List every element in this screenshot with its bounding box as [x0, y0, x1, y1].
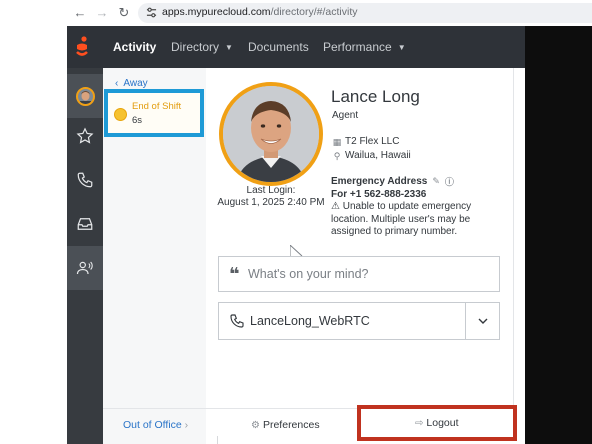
chevron-down-icon: ▼	[225, 43, 233, 52]
building-icon: ▦	[332, 136, 342, 147]
station-selector[interactable]: LanceLong_WebRTC	[218, 302, 500, 340]
profile-location: Wailua, Hawaii	[345, 150, 411, 161]
presence-dot-icon	[114, 108, 127, 121]
last-login-label: Last Login:	[246, 185, 296, 196]
divider	[217, 436, 218, 444]
nav-documents[interactable]: Documents	[248, 26, 309, 68]
forward-arrow-icon[interactable]: →	[94, 5, 110, 21]
phone-icon	[230, 314, 244, 328]
profile-company-row: ▦ T2 Flex LLC	[332, 136, 400, 147]
back-arrow-icon[interactable]: ←	[72, 5, 88, 21]
help-icon[interactable]: ⓘ	[445, 175, 454, 188]
star-icon	[76, 127, 94, 144]
scrollbar[interactable]	[513, 68, 525, 408]
rail-inbox-button[interactable]	[67, 202, 103, 246]
divider	[465, 303, 466, 339]
emergency-number: For +1 562-888-2336	[331, 189, 427, 200]
profile-location-row: ⚲ Wailua, Hawaii	[332, 150, 411, 161]
presence-status-selected[interactable]: End of Shift 6s	[104, 89, 204, 137]
profile-company: T2 Flex LLC	[345, 136, 400, 147]
chevron-down-icon: ▼	[397, 43, 406, 52]
chevron-left-icon: ‹	[115, 78, 119, 89]
quote-icon: ❝	[229, 264, 240, 284]
chevron-right-icon: ›	[184, 419, 189, 431]
preferences-button[interactable]: ⚙ Preferences	[251, 419, 320, 431]
bottom-left-panel: Out of Office ›	[103, 409, 206, 444]
browser-toolbar: ← → ↻ apps.mypurecloud.com/directory/#/a…	[0, 0, 592, 26]
presence-status-name: End of Shift	[132, 101, 182, 112]
rail-calls-button[interactable]	[67, 158, 103, 202]
logout-label: ⇨ Logout	[415, 417, 459, 429]
rail-avatar-button[interactable]	[67, 74, 103, 118]
phone-icon	[77, 172, 93, 188]
back-to-away-link[interactable]: ‹ Away	[115, 78, 148, 89]
page-right-margin	[525, 26, 592, 444]
reload-icon[interactable]: ↻	[116, 5, 132, 21]
app-header: Activity Directory ▼ Documents Performanc…	[67, 26, 525, 68]
profile-name: Lance Long	[331, 87, 420, 106]
status-message-placeholder: What's on your mind?	[248, 267, 369, 281]
map-pin-icon: ⚲	[333, 150, 341, 161]
page-left-margin	[0, 26, 67, 444]
inbox-icon	[77, 218, 93, 230]
profile-photo	[219, 82, 323, 186]
warning-icon: ⚠	[331, 201, 340, 212]
nav-directory[interactable]: Directory ▼	[171, 26, 233, 68]
rail-agent-button[interactable]	[67, 246, 103, 290]
genesys-logo-icon[interactable]	[75, 36, 89, 58]
gear-icon: ⚙	[251, 419, 260, 431]
pencil-icon[interactable]: ✎	[432, 176, 440, 187]
profile-title: Agent	[332, 110, 359, 121]
site-info-icon[interactable]	[146, 7, 157, 18]
last-login-date: August 1, 2025 2:40 PM	[217, 197, 325, 208]
left-rail	[67, 68, 103, 444]
logout-icon: ⇨	[415, 417, 424, 429]
presence-status-duration: 6s	[132, 115, 143, 126]
url-text: apps.mypurecloud.com/directory/#/activit…	[162, 6, 358, 18]
station-name: LanceLong_WebRTC	[250, 314, 370, 328]
emergency-warning: ⚠ Unable to update emergency location. M…	[331, 201, 472, 237]
emergency-address-heading: Emergency Address ✎ ⓘ	[331, 175, 454, 188]
rail-favorites-button[interactable]	[67, 114, 103, 158]
status-message-input[interactable]: ❝ What's on your mind?	[218, 256, 500, 292]
out-of-office-link[interactable]: Out of Office ›	[123, 419, 188, 431]
person-voice-icon	[76, 261, 93, 275]
logout-button[interactable]: ⇨ Logout	[357, 405, 517, 441]
nav-performance[interactable]: Performance ▼	[323, 26, 406, 68]
nav-activity[interactable]: Activity	[113, 26, 156, 68]
chevron-down-icon[interactable]	[477, 315, 489, 327]
avatar	[75, 86, 95, 106]
